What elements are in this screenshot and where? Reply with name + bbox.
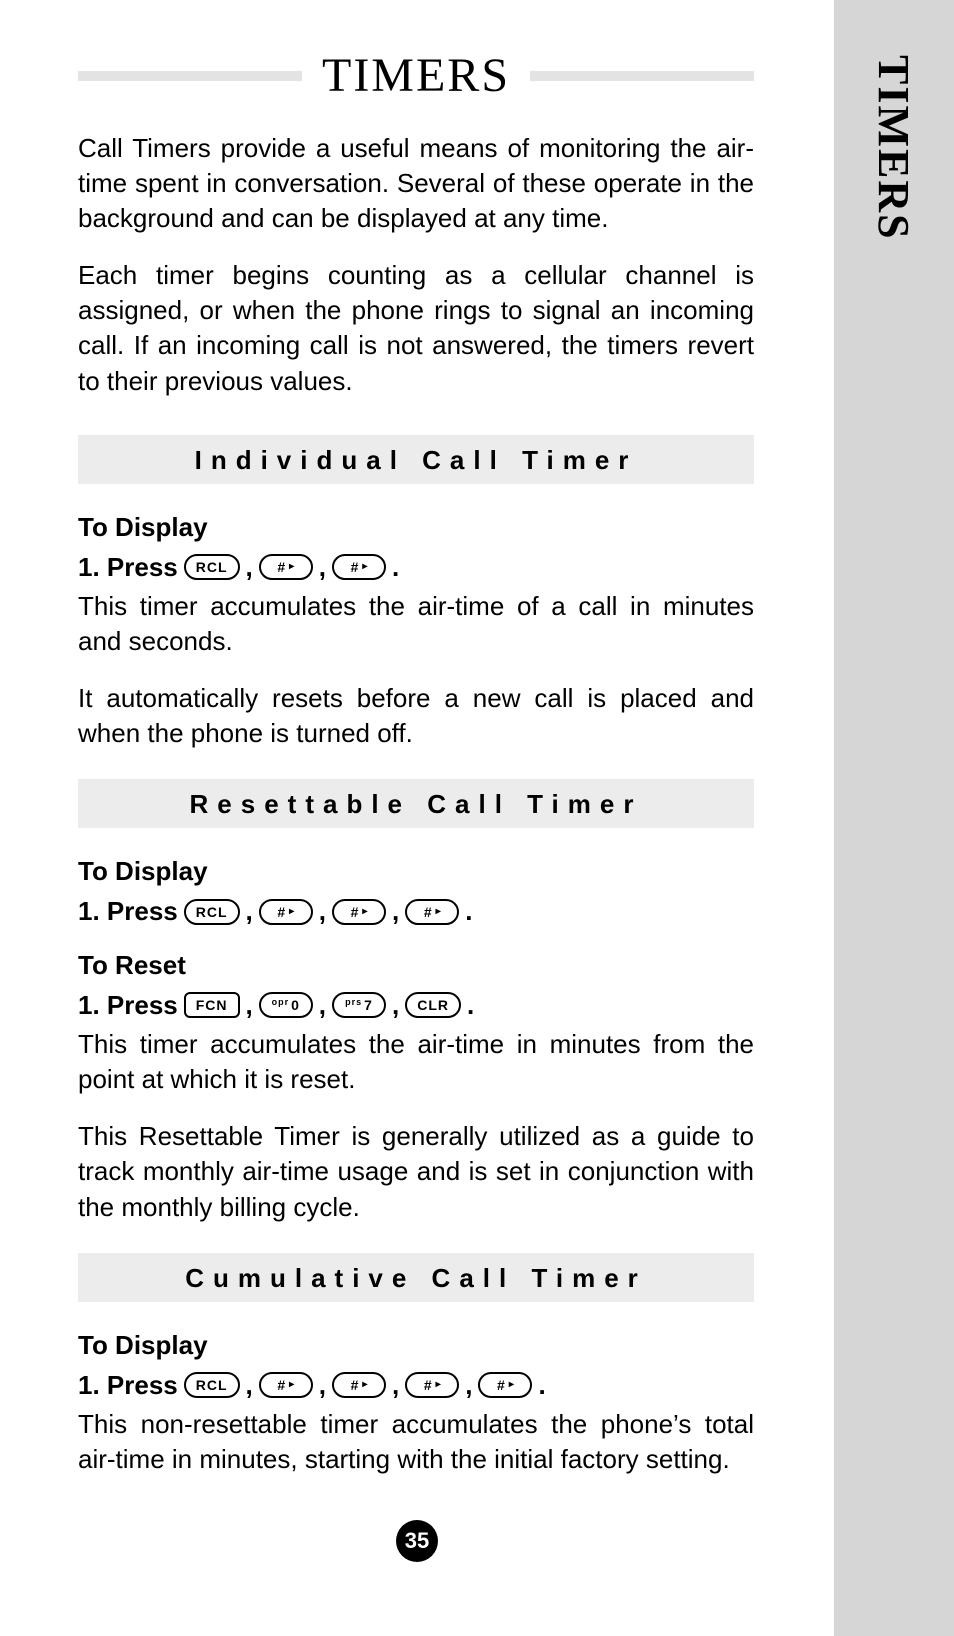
key-hash: #▸ (405, 1372, 459, 1398)
title-rule-right (530, 71, 754, 81)
subhead-resettable: Resettable Call Timer (78, 779, 754, 828)
title-row: TIMERS (78, 48, 754, 103)
cumulative-desc: This non-resettable timer accumulates th… (78, 1407, 754, 1477)
key-hash: #▸ (332, 554, 386, 580)
content-area: TIMERS Call Timers provide a useful mean… (78, 48, 754, 1499)
subhead-individual: Individual Call Timer (78, 435, 754, 484)
resettable-desc-1: This timer accumulates the air-time in m… (78, 1027, 754, 1097)
subhead-cumulative: Cumulative Call Timer (78, 1253, 754, 1302)
page-number-badge: 35 (396, 1520, 438, 1562)
resettable-desc-2: This Resettable Timer is generally utili… (78, 1119, 754, 1224)
label-to-reset: To Reset (78, 950, 754, 981)
key-rcl: RCL (184, 899, 240, 925)
key-zero: opr0 (259, 992, 313, 1018)
page-root: TIMERS TIMERS Call Timers provide a usef… (0, 0, 954, 1636)
intro-para-2: Each timer begins counting as a cellular… (78, 258, 754, 398)
step-resettable-reset: 1. Press FCN, opr0, prs7, CLR. (78, 987, 754, 1023)
individual-desc-2: It automatically resets before a new cal… (78, 681, 754, 751)
key-hash: #▸ (405, 899, 459, 925)
step-prefix: 1. Press (78, 987, 178, 1023)
step-cumulative-display: 1. Press RCL, #▸, #▸, #▸, #▸. (78, 1367, 754, 1403)
side-tab: TIMERS (834, 0, 954, 1636)
key-hash: #▸ (259, 1372, 313, 1398)
label-to-display-2: To Display (78, 856, 754, 887)
step-individual-display: 1. Press RCL, #▸, #▸. (78, 549, 754, 585)
label-to-display-3: To Display (78, 1330, 754, 1361)
key-hash: #▸ (478, 1372, 532, 1398)
step-prefix: 1. Press (78, 893, 178, 929)
sep: , (319, 549, 326, 585)
key-hash: #▸ (259, 554, 313, 580)
key-hash: #▸ (259, 899, 313, 925)
label-to-display-1: To Display (78, 512, 754, 543)
period: . (392, 549, 399, 585)
key-seven: prs7 (332, 992, 386, 1018)
individual-desc-1: This timer accumulates the air-time of a… (78, 589, 754, 659)
key-rcl: RCL (184, 554, 240, 580)
step-prefix: 1. Press (78, 1367, 178, 1403)
page-title: TIMERS (322, 48, 510, 103)
key-fcn: FCN (184, 992, 240, 1018)
key-hash: #▸ (332, 1372, 386, 1398)
sep: , (246, 549, 253, 585)
title-rule-left (78, 71, 302, 81)
step-prefix: 1. Press (78, 549, 178, 585)
key-rcl: RCL (184, 1372, 240, 1398)
intro-para-1: Call Timers provide a useful means of mo… (78, 131, 754, 236)
step-resettable-display: 1. Press RCL, #▸, #▸, #▸. (78, 893, 754, 929)
key-clr: CLR (405, 992, 461, 1018)
side-tab-label: TIMERS (868, 55, 919, 241)
key-hash: #▸ (332, 899, 386, 925)
